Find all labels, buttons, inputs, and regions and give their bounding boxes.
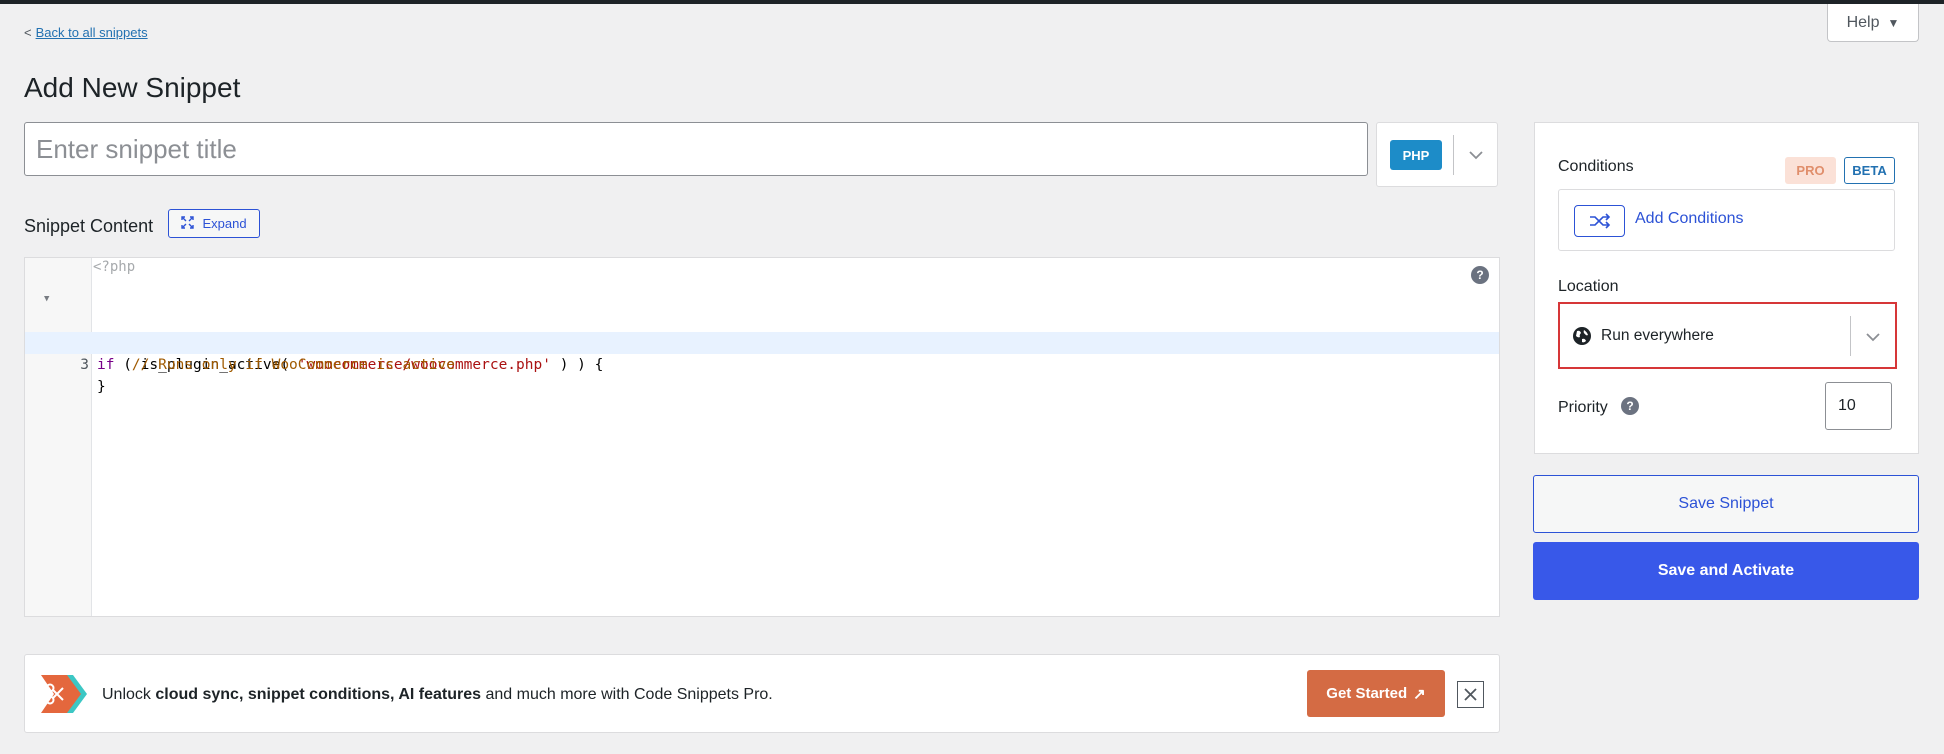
php-language-badge[interactable]: PHP	[1390, 140, 1442, 170]
upsell-message: Unlock cloud sync, snippet conditions, A…	[102, 686, 773, 704]
get-started-label: Get Started	[1326, 685, 1408, 702]
snippet-settings-panel: Conditions PRO BETA Add Conditions Locat…	[1534, 122, 1919, 454]
expand-icon	[181, 215, 195, 232]
save-and-activate-button[interactable]: Save and Activate	[1533, 542, 1919, 600]
code-text: // Runs only if WooCommerce is active	[97, 354, 455, 376]
upsell-text-prefix: Unlock	[102, 686, 156, 703]
editor-help-icon[interactable]: ?	[1471, 266, 1489, 284]
help-label: Help	[1846, 13, 1880, 31]
code-editor[interactable]: <?php ? ▼ 1 if ( is_plugin_active( 'wooc…	[24, 257, 1500, 617]
get-started-button[interactable]: Get Started ↗	[1307, 670, 1445, 717]
save-snippet-button[interactable]: Save Snippet	[1533, 475, 1919, 533]
help-tab-button[interactable]: Help ▼	[1827, 4, 1919, 42]
chevron-down-icon[interactable]	[1860, 324, 1886, 350]
caret-down-icon: ▼	[1887, 15, 1900, 30]
back-link-row: < Back to all snippets	[24, 25, 148, 40]
upsell-text-features: cloud sync, snippet conditions, AI featu…	[155, 686, 482, 703]
code-token: // Runs only if WooCommerce is active	[97, 357, 455, 373]
add-conditions-label: Add Conditions	[1635, 210, 1744, 227]
language-selector[interactable]: PHP	[1376, 122, 1498, 187]
location-value: Run everywhere	[1601, 327, 1714, 344]
divider	[1850, 316, 1851, 356]
divider	[1453, 135, 1454, 175]
code-line[interactable]: 2 // Runs only if WooCommerce is active	[25, 310, 1499, 373]
expand-label: Expand	[202, 216, 247, 231]
pro-badge: PRO	[1785, 157, 1836, 184]
code-line-active[interactable]: 3 }	[25, 332, 1499, 395]
priority-input[interactable]	[1825, 382, 1892, 430]
location-label: Location	[1558, 278, 1619, 295]
code-text: }	[97, 376, 106, 398]
pro-upsell-banner: Unlock cloud sync, snippet conditions, A…	[24, 654, 1500, 733]
beta-badge: BETA	[1844, 157, 1895, 184]
snippet-title-input[interactable]	[24, 122, 1368, 176]
upsell-text-suffix: and much more with Code Snippets Pro.	[481, 686, 773, 703]
line-number: 3	[80, 357, 89, 373]
globe-icon	[1572, 326, 1592, 346]
code-snippets-logo-icon	[39, 673, 89, 715]
location-select[interactable]: Run everywhere	[1558, 302, 1897, 369]
expand-button[interactable]: Expand	[168, 209, 260, 238]
external-link-icon: ↗	[1413, 685, 1426, 703]
admin-top-bar	[0, 0, 1944, 4]
code-line[interactable]: ▼ 1 if ( is_plugin_active( 'woocommerce/…	[25, 288, 1499, 373]
priority-label: Priority	[1558, 399, 1608, 416]
back-chevron: <	[24, 25, 32, 40]
add-conditions-button[interactable]: Add Conditions	[1558, 189, 1895, 251]
back-to-snippets-link[interactable]: Back to all snippets	[36, 25, 148, 40]
code-token: }	[97, 379, 106, 395]
shuffle-icon	[1574, 205, 1625, 237]
php-open-tag: <?php	[93, 259, 136, 275]
conditions-label: Conditions	[1558, 158, 1634, 175]
page-title: Add New Snippet	[24, 72, 241, 103]
close-icon[interactable]	[1457, 681, 1484, 708]
chevron-down-icon[interactable]	[1463, 141, 1489, 169]
priority-help-icon[interactable]: ?	[1621, 397, 1639, 415]
snippet-content-label: Snippet Content	[24, 216, 154, 236]
fold-arrow-icon[interactable]: ▼	[44, 288, 49, 310]
code-token: ) ) {	[550, 357, 604, 373]
